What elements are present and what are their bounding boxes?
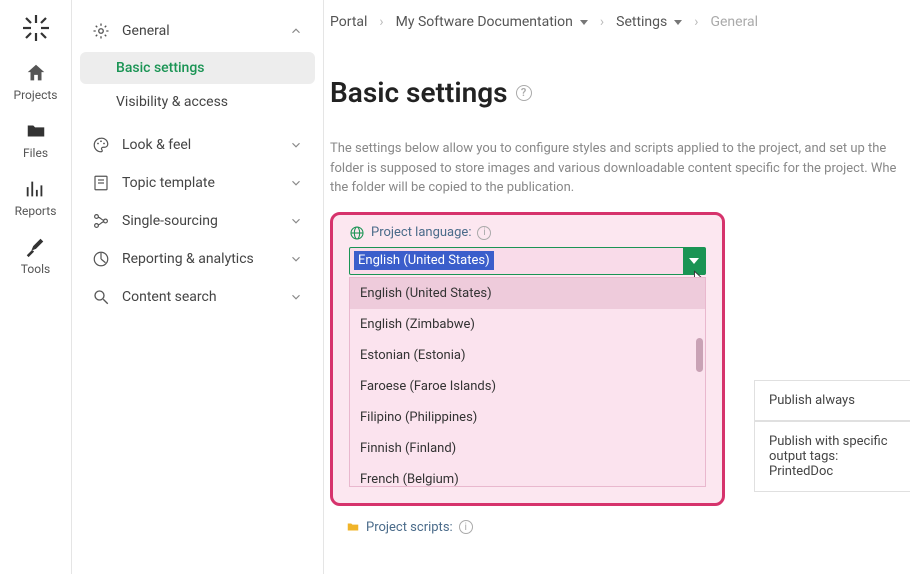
sidebar-label: General: [122, 23, 170, 39]
rail-label: Files: [23, 146, 48, 160]
language-combobox[interactable]: English (United States) English (United …: [349, 247, 706, 487]
sidebar-content-search[interactable]: Content search: [80, 278, 315, 316]
sidebar-topic-template[interactable]: Topic template: [80, 164, 315, 202]
chevron-down-icon: [289, 176, 303, 190]
template-icon: [92, 174, 110, 192]
sidebar-general[interactable]: General: [80, 12, 315, 50]
rail-tools[interactable]: Tools: [21, 236, 50, 276]
search-icon: [92, 288, 110, 306]
app-logo: [20, 12, 52, 44]
scrollbar-thumb[interactable]: [696, 338, 703, 372]
branch-icon: [92, 212, 110, 230]
info-icon[interactable]: i: [459, 520, 473, 534]
project-scripts-field: Project scripts: i: [346, 520, 910, 535]
language-field-label: Project language: i: [349, 225, 706, 241]
sidebar-label: Topic template: [122, 175, 215, 191]
help-icon[interactable]: ?: [516, 85, 532, 101]
sidebar-reporting[interactable]: Reporting & analytics: [80, 240, 315, 278]
sidebar-label: Reporting & analytics: [122, 251, 254, 267]
chevron-down-icon: [289, 252, 303, 266]
crumb-sep: ›: [379, 14, 383, 30]
crumb-sep: ›: [600, 14, 604, 30]
language-highlight-box: Project language: i English (United Stat…: [330, 212, 725, 506]
language-option[interactable]: Filipino (Philippines): [350, 402, 705, 433]
publish-always-cell[interactable]: Publish always: [754, 380, 910, 421]
nav-rail: Projects Files Reports Tools: [0, 0, 72, 574]
caret-icon: [674, 20, 682, 25]
publish-options-panel: Publish always Publish with specific out…: [754, 380, 910, 492]
sidebar-look-feel[interactable]: Look & feel: [80, 126, 315, 164]
language-option[interactable]: English (Zimbabwe): [350, 309, 705, 340]
language-option[interactable]: Finnish (Finland): [350, 433, 705, 464]
rail-label: Projects: [14, 88, 58, 102]
home-icon: [25, 62, 47, 84]
language-option[interactable]: Faroese (Faroe Islands): [350, 371, 705, 402]
language-selected: English (United States): [354, 251, 494, 270]
language-dropdown: English (United States) English (Zimbabw…: [349, 277, 706, 487]
info-icon[interactable]: i: [477, 226, 491, 240]
language-option[interactable]: Estonian (Estonia): [350, 340, 705, 371]
language-option[interactable]: English (United States): [350, 278, 705, 309]
breadcrumb: Portal › My Software Documentation › Set…: [324, 14, 910, 30]
tools-icon: [24, 236, 46, 258]
rail-reports[interactable]: Reports: [15, 178, 57, 218]
rail-label: Reports: [15, 204, 57, 218]
sidebar-basic-settings[interactable]: Basic settings: [80, 52, 315, 84]
folder-icon: [346, 520, 360, 534]
crumb-settings[interactable]: Settings: [616, 14, 682, 30]
folder-icon: [25, 120, 47, 142]
page-title: Basic settings ?: [324, 30, 910, 109]
crumb-portal[interactable]: Portal: [330, 14, 367, 30]
dropdown-toggle-button[interactable]: [683, 248, 705, 274]
crumb-project[interactable]: My Software Documentation: [396, 14, 588, 30]
chevron-up-icon: [289, 24, 303, 38]
sidebar-label: Single-sourcing: [122, 213, 218, 229]
gear-icon: [92, 22, 110, 40]
rail-label: Tools: [21, 262, 50, 276]
settings-sidebar: General Basic settings Visibility & acce…: [72, 0, 324, 574]
chevron-down-icon: [289, 138, 303, 152]
caret-icon: [580, 20, 588, 25]
chart-icon: [24, 178, 46, 200]
globe-icon: [349, 225, 365, 241]
publish-tags-cell[interactable]: Publish with specific output tags: Print…: [754, 421, 910, 492]
chevron-down-icon: [289, 290, 303, 304]
analytics-icon: [92, 250, 110, 268]
rail-projects[interactable]: Projects: [14, 62, 58, 102]
sidebar-label: Look & feel: [122, 137, 191, 153]
language-option[interactable]: French (Belgium): [350, 464, 705, 487]
sidebar-label: Content search: [122, 289, 217, 305]
sidebar-single-sourcing[interactable]: Single-sourcing: [80, 202, 315, 240]
page-description: The settings below allow you to configur…: [324, 109, 910, 198]
chevron-down-icon: [289, 214, 303, 228]
sidebar-visibility-access[interactable]: Visibility & access: [80, 86, 315, 118]
palette-icon: [92, 136, 110, 154]
rail-files[interactable]: Files: [23, 120, 48, 160]
crumb-sep: ›: [694, 14, 698, 30]
main-content: Portal › My Software Documentation › Set…: [324, 0, 910, 574]
crumb-current: General: [710, 14, 758, 30]
